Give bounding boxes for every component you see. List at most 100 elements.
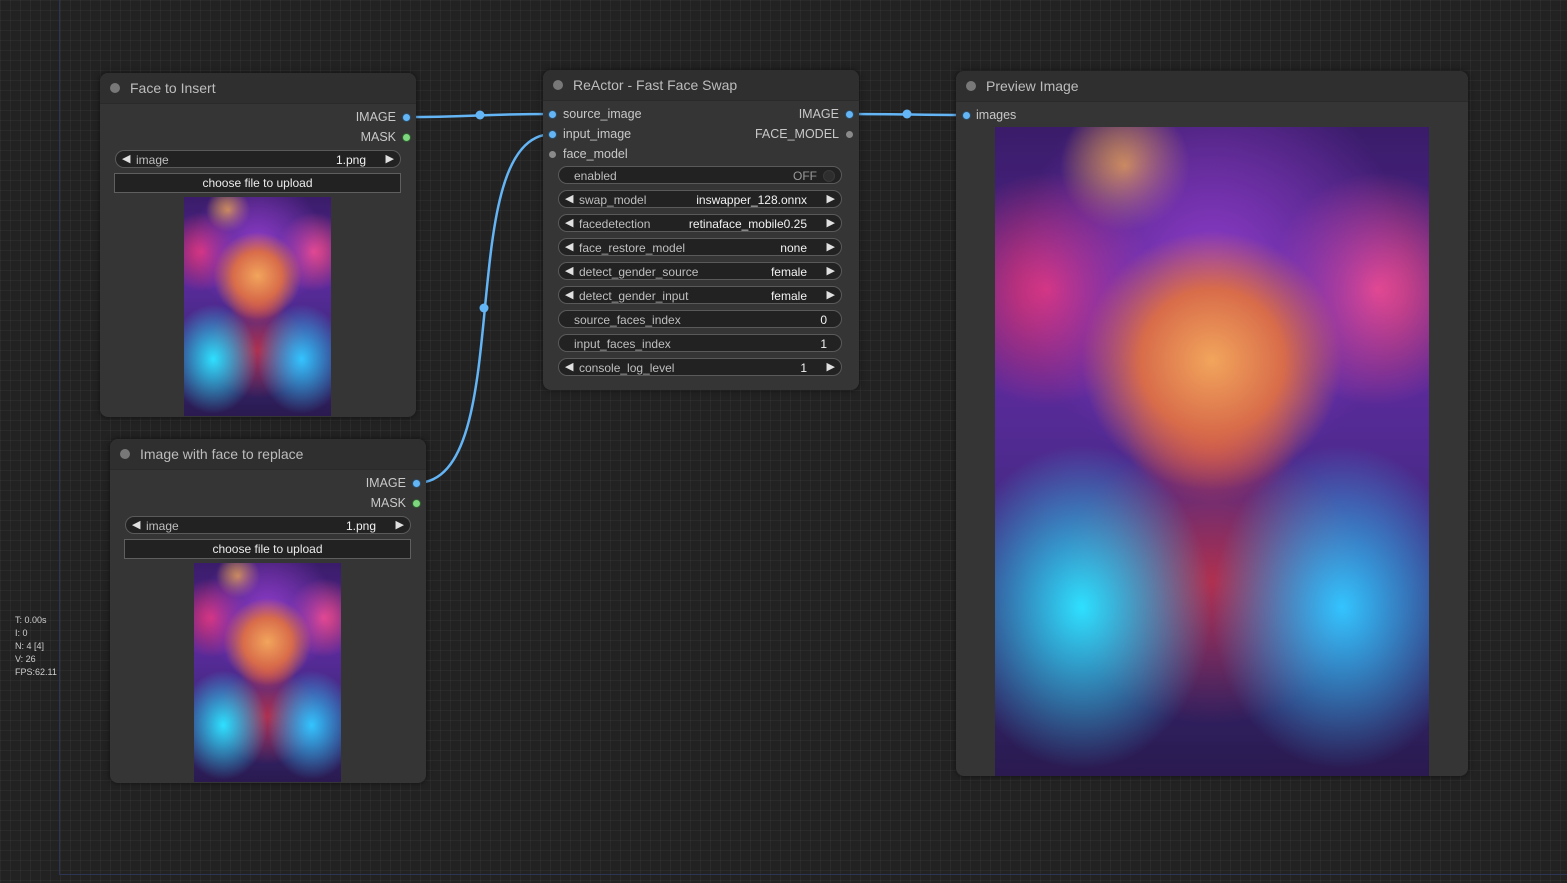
widget-value: 1.png bbox=[345, 519, 376, 533]
collapse-dot[interactable] bbox=[120, 449, 130, 459]
widget-label: face_restore_model bbox=[579, 241, 686, 255]
input-input-image-slot[interactable] bbox=[549, 131, 556, 138]
arrow-right-icon[interactable]: ▶ bbox=[827, 192, 835, 205]
input-images-label: images bbox=[976, 108, 1017, 122]
arrow-right-icon[interactable]: ▶ bbox=[827, 216, 835, 229]
widget-value: 1 bbox=[820, 337, 827, 351]
collapse-dot[interactable] bbox=[110, 83, 120, 93]
widget-label: enabled bbox=[574, 169, 617, 183]
arrow-right-icon[interactable]: ▶ bbox=[827, 264, 835, 277]
node-title: Face to Insert bbox=[130, 80, 216, 96]
collapse-dot[interactable] bbox=[553, 80, 563, 90]
widget-value: female bbox=[770, 289, 807, 303]
widget-label: image bbox=[136, 153, 169, 167]
arrow-left-icon[interactable]: ◀ bbox=[132, 518, 140, 531]
node-title-bar[interactable]: Image with face to replace bbox=[110, 439, 426, 470]
output-mask-slot[interactable] bbox=[403, 134, 410, 141]
node-preview-image[interactable]: Preview Image images bbox=[956, 71, 1468, 776]
arrow-left-icon[interactable]: ◀ bbox=[565, 264, 573, 277]
stat-i: I: 0 bbox=[15, 628, 28, 638]
arrow-right-icon[interactable]: ▶ bbox=[396, 518, 404, 531]
link-face-to-source[interactable] bbox=[405, 112, 554, 119]
arrow-left-icon[interactable]: ◀ bbox=[565, 288, 573, 301]
widget-label: facedetection bbox=[579, 217, 651, 231]
upload-button[interactable]: choose file to upload bbox=[114, 173, 401, 193]
swap-model-combo[interactable]: ◀ swap_model inswapper_128.onnx ▶ bbox=[558, 190, 842, 208]
output-image-slot[interactable] bbox=[403, 114, 410, 121]
widget-label: input_faces_index bbox=[574, 337, 671, 351]
node-title-bar[interactable]: Preview Image bbox=[956, 71, 1468, 102]
arrow-right-icon[interactable]: ▶ bbox=[386, 152, 394, 165]
image-select-widget[interactable]: ◀ image 1.png ▶ bbox=[125, 516, 411, 534]
link-reactor-to-preview[interactable] bbox=[848, 112, 967, 117]
widget-label: detect_gender_input bbox=[579, 289, 689, 303]
node-reactor[interactable]: ReActor - Fast Face Swap source_image in… bbox=[543, 70, 859, 390]
upload-button[interactable]: choose file to upload bbox=[124, 539, 411, 559]
widget-label: detect_gender_source bbox=[579, 265, 699, 279]
face-restore-model-combo[interactable]: ◀ face_restore_model none ▶ bbox=[558, 238, 842, 256]
image-thumbnail bbox=[194, 563, 341, 782]
link-midpoint[interactable] bbox=[479, 303, 489, 313]
widget-value: inswapper_128.onnx bbox=[696, 193, 807, 207]
stat-nodes: N: 4 [4] bbox=[15, 641, 45, 651]
arrow-left-icon[interactable]: ◀ bbox=[122, 152, 130, 165]
widget-label: console_log_level bbox=[579, 361, 675, 375]
enabled-toggle[interactable]: enabled OFF bbox=[558, 166, 842, 184]
widget-value: none bbox=[780, 241, 807, 255]
output-image-slot[interactable] bbox=[846, 111, 853, 118]
output-image-slot[interactable] bbox=[413, 480, 420, 487]
image-select-widget[interactable]: ◀ image 1.png ▶ bbox=[115, 150, 401, 168]
render-stats: T: 0.00s I: 0 N: 4 [4] V: 26 FPS:62.11 bbox=[15, 614, 57, 679]
widget-value: female bbox=[770, 265, 807, 279]
toggle-value: OFF bbox=[793, 169, 817, 183]
link-image-to-input[interactable] bbox=[415, 132, 554, 485]
canvas-border-left bbox=[59, 0, 60, 875]
link-midpoint[interactable] bbox=[902, 109, 912, 119]
arrow-right-icon[interactable]: ▶ bbox=[827, 288, 835, 301]
stat-v: V: 26 bbox=[15, 654, 36, 664]
widget-label: swap_model bbox=[579, 193, 647, 207]
widget-value: 0 bbox=[820, 313, 827, 327]
stat-time: T: 0.00s bbox=[15, 615, 47, 625]
output-image-label: IMAGE bbox=[365, 476, 406, 490]
output-face-model-label: FACE_MODEL bbox=[754, 127, 839, 141]
widget-label: image bbox=[146, 519, 179, 533]
widget-value: 1 bbox=[800, 361, 807, 375]
output-face-model-slot[interactable] bbox=[846, 131, 853, 138]
stat-fps: FPS:62.11 bbox=[15, 667, 57, 677]
node-title: ReActor - Fast Face Swap bbox=[573, 77, 738, 93]
input-face-model-label: face_model bbox=[563, 147, 628, 161]
console-log-level-stepper[interactable]: ◀ console_log_level 1 ▶ bbox=[558, 358, 842, 376]
input-face-model-slot[interactable] bbox=[549, 151, 556, 158]
collapse-dot[interactable] bbox=[966, 81, 976, 91]
arrow-left-icon[interactable]: ◀ bbox=[565, 240, 573, 253]
arrow-left-icon[interactable]: ◀ bbox=[565, 360, 573, 373]
arrow-right-icon[interactable]: ▶ bbox=[827, 360, 835, 373]
input-source-image-label: source_image bbox=[563, 107, 642, 121]
detect-gender-source-combo[interactable]: ◀ detect_gender_source female ▶ bbox=[558, 262, 842, 280]
image-thumbnail bbox=[184, 197, 331, 416]
input-source-image-slot[interactable] bbox=[549, 111, 556, 118]
detect-gender-input-combo[interactable]: ◀ detect_gender_input female ▶ bbox=[558, 286, 842, 304]
node-title-bar[interactable]: Face to Insert bbox=[100, 73, 416, 104]
source-faces-index-field[interactable]: source_faces_index 0 bbox=[558, 310, 842, 328]
input-input-image-label: input_image bbox=[563, 127, 632, 141]
toggle-knob[interactable] bbox=[823, 170, 835, 182]
preview-image bbox=[995, 127, 1429, 776]
arrow-left-icon[interactable]: ◀ bbox=[565, 192, 573, 205]
widget-value: 1.png bbox=[335, 153, 366, 167]
output-mask-label: MASK bbox=[360, 130, 396, 144]
arrow-left-icon[interactable]: ◀ bbox=[565, 216, 573, 229]
node-title-bar[interactable]: ReActor - Fast Face Swap bbox=[543, 70, 859, 101]
arrow-right-icon[interactable]: ▶ bbox=[827, 240, 835, 253]
link-midpoint[interactable] bbox=[475, 110, 485, 120]
node-image-with-face[interactable]: Image with face to replace IMAGE MASK ◀ … bbox=[110, 439, 426, 783]
output-mask-label: MASK bbox=[370, 496, 406, 510]
output-mask-slot[interactable] bbox=[413, 500, 420, 507]
facedetection-combo[interactable]: ◀ facedetection retinaface_mobile0.25 ▶ bbox=[558, 214, 842, 232]
input-faces-index-field[interactable]: input_faces_index 1 bbox=[558, 334, 842, 352]
widget-label: source_faces_index bbox=[574, 313, 681, 327]
input-images-slot[interactable] bbox=[963, 112, 970, 119]
node-face-to-insert[interactable]: Face to Insert IMAGE MASK ◀ image 1.png … bbox=[100, 73, 416, 417]
node-title: Preview Image bbox=[986, 78, 1079, 94]
